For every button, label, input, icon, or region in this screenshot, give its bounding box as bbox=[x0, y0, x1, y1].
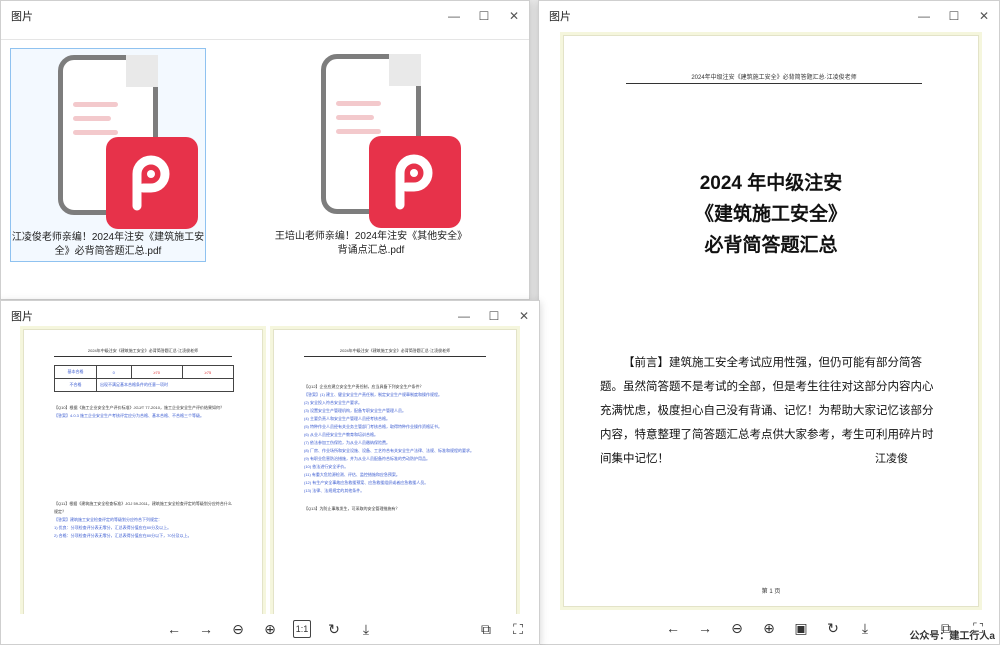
rotate-icon[interactable]: ↻ bbox=[325, 620, 343, 638]
file-tile-2[interactable]: 王培山老师亲编！2024年注安《其他安全》背诵点汇总.pdf bbox=[273, 48, 469, 262]
text-line: (8) 厂房、作业场所和安全设施、设备、工艺符合有关安全生产法律、法规、标准和规… bbox=[304, 448, 474, 453]
doc-title-line1: 2024 年中级注安 bbox=[699, 173, 843, 194]
close-icon[interactable]: ✕ bbox=[499, 1, 529, 31]
scan-icon[interactable]: ⧉ bbox=[477, 620, 495, 638]
pdf-page-right: 2024年中级注安《建筑施工安全》必背简答题汇总·江凌俊老师 【Q12】企业应建… bbox=[273, 329, 517, 615]
watermark: 公众号：建工行人a bbox=[909, 631, 995, 642]
text-line: (13) 法律、法规规定的其他条件。 bbox=[304, 488, 365, 493]
rotate-icon[interactable]: ↻ bbox=[824, 619, 842, 637]
author: 江凌俊 bbox=[875, 453, 908, 465]
text-line: 2) 合格：分项检查评分表无零分，汇总表得分值应在80分以下，70分及以上。 bbox=[54, 533, 192, 538]
maximize-icon[interactable]: ☐ bbox=[479, 301, 509, 331]
text-line: 【Q10】根据《施工企业安全生产评价标准》JGJ/T 77-2010，施工企业安… bbox=[54, 405, 224, 410]
minimize-icon[interactable]: — bbox=[909, 1, 939, 31]
zoom-in-icon[interactable]: ⊕ bbox=[760, 619, 778, 637]
text-line: 1) 优良：分项检查评分表无零分，汇总表得分值应在80分及以上。 bbox=[54, 525, 172, 530]
text-line: (4) 主要负责人和安全生产管理人员经考核合格。 bbox=[304, 416, 390, 421]
pdf-file-icon bbox=[301, 54, 461, 228]
fit-page-icon[interactable]: ▣ bbox=[792, 619, 810, 637]
arrow-left-icon[interactable]: ← bbox=[664, 619, 682, 637]
file-name: 王培山老师亲编！2024年注安《其他安全》背诵点汇总.pdf bbox=[274, 231, 468, 256]
arrow-right-icon[interactable]: → bbox=[696, 619, 714, 637]
text-line: 【Q13】为防止事故发生，可采取的安全管理措施有？ bbox=[304, 506, 400, 511]
doc-title-line2: 《建筑施工安全》 bbox=[694, 204, 847, 225]
text-line: (11) 有重大危险源检测、评估、监控措施和应急预案。 bbox=[304, 472, 400, 477]
table-cell: 不合格 bbox=[54, 378, 97, 392]
text-line: (12) 有生产安全事故应急救援预案、应急救援组织或者应急救援人员。 bbox=[304, 480, 429, 485]
pdf-page: 2024年中级注安《建筑施工安全》必背简答题汇总·江凌俊老师 2024 年中级注… bbox=[563, 35, 979, 607]
text-line: (2) 安全投入符合安全生产要求。 bbox=[304, 400, 362, 405]
pdf-viewer-window-left: 图片 — ☐ ✕ 2024年中级注安《建筑施工安全》必背简答题汇总·江凌俊老师 … bbox=[0, 300, 540, 645]
window-title: 图片 bbox=[11, 311, 33, 323]
maximize-icon[interactable]: ☐ bbox=[939, 1, 969, 31]
window-title: 图片 bbox=[11, 11, 33, 23]
page-number: 第 1 页 bbox=[761, 589, 781, 595]
minimize-icon[interactable]: — bbox=[439, 1, 469, 31]
text-line: (10) 依法进行安全评价。 bbox=[304, 464, 349, 469]
download-icon[interactable]: ⤓ bbox=[856, 619, 874, 637]
table-cell: 0 bbox=[96, 365, 132, 379]
table-cell: 基本合格 bbox=[54, 365, 97, 379]
file-tile-1[interactable]: 江凌俊老师亲编！2024年注安《建筑施工安全》必背简答题汇总.pdf bbox=[10, 48, 206, 262]
text-line: (7) 依法参加工伤保险，为从业人员缴纳保险费。 bbox=[304, 440, 390, 445]
file-browser-window: 图片 — ☐ ✕ 江凌俊老师亲编！2024年注安《建筑施工安全》必背简答题汇总.… bbox=[0, 0, 530, 300]
zoom-out-icon[interactable]: ⊖ bbox=[728, 619, 746, 637]
close-icon[interactable]: ✕ bbox=[509, 301, 539, 331]
close-icon[interactable]: ✕ bbox=[969, 1, 999, 31]
page-header: 2024年中级注安《建筑施工安全》必背简答题汇总·江凌俊老师 bbox=[626, 72, 922, 84]
pdf-file-icon bbox=[38, 55, 198, 229]
table-cell: ≥75 bbox=[181, 365, 235, 379]
text-line: 【答案】(1) 建立、健全安全生产责任制，制定安全生产规章制度和操作规程。 bbox=[304, 392, 442, 397]
actual-size-icon[interactable]: 1:1 bbox=[293, 620, 311, 638]
zoom-out-icon[interactable]: ⊖ bbox=[229, 620, 247, 638]
file-name: 江凌俊老师亲编！2024年注安《建筑施工安全》必背简答题汇总.pdf bbox=[11, 232, 205, 257]
page-header: 2024年中级注安《建筑施工安全》必背简答题汇总·江凌俊老师 bbox=[54, 348, 232, 357]
doc-title-line3: 必背简答题汇总 bbox=[704, 235, 838, 256]
arrow-right-icon[interactable]: → bbox=[197, 620, 215, 638]
text-line: (5) 特种作业人员经有关业务主管部门考核合格，取得特种作业操作资格证书。 bbox=[304, 424, 442, 429]
window-title: 图片 bbox=[549, 11, 571, 23]
table-cell: ≥70 bbox=[130, 365, 183, 379]
download-icon[interactable]: ⤓ bbox=[357, 620, 375, 638]
page-header: 2024年中级注安《建筑施工安全》必背简答题汇总·江凌俊老师 bbox=[304, 348, 486, 357]
text-line: 【答案】建筑施工安全检查评定的等级划分应符合下列规定： bbox=[54, 517, 162, 522]
arrow-left-icon[interactable]: ← bbox=[165, 620, 183, 638]
text-line: 【答案】4.0.3 施工企业安全生产考核评定应分为合格、基本合格、不合格三个等级… bbox=[54, 413, 205, 418]
text-block bbox=[54, 420, 232, 500]
maximize-icon[interactable]: ☐ bbox=[469, 1, 499, 31]
grade-table: 基本合格 0 ≥70 ≥75 不合格 出现不满足基本合格条件的任意一项时 bbox=[54, 365, 235, 392]
table-cell: 出现不满足基本合格条件的任意一项时 bbox=[96, 378, 234, 392]
expand-icon[interactable]: ⛶ bbox=[509, 620, 527, 638]
text-line: (9) 有职业危害防治措施，并为从业人员配备符合标准的劳动防护用品。 bbox=[304, 456, 430, 461]
text-line: (3) 设置安全生产管理机构，配备专职安全生产管理人员。 bbox=[304, 408, 406, 413]
pdf-viewer-window-right: 图片 — ☐ ✕ 2024年中级注安《建筑施工安全》必背简答题汇总·江凌俊老师 … bbox=[538, 0, 1000, 645]
text-line: 【Q11】根据《建筑施工安全检查标准》JGJ 59-2011，建筑施工安全检查评… bbox=[54, 501, 232, 514]
text-line: 【Q12】企业应建立安全生产责任制，应当具备下列安全生产条件？ bbox=[304, 384, 424, 389]
pdf-page-left: 2024年中级注安《建筑施工安全》必背简答题汇总·江凌俊老师 基本合格 0 ≥7… bbox=[23, 329, 263, 615]
zoom-in-icon[interactable]: ⊕ bbox=[261, 620, 279, 638]
text-line: (6) 从业人员经安全生产教育和培训合格。 bbox=[304, 432, 378, 437]
minimize-icon[interactable]: — bbox=[449, 301, 479, 331]
